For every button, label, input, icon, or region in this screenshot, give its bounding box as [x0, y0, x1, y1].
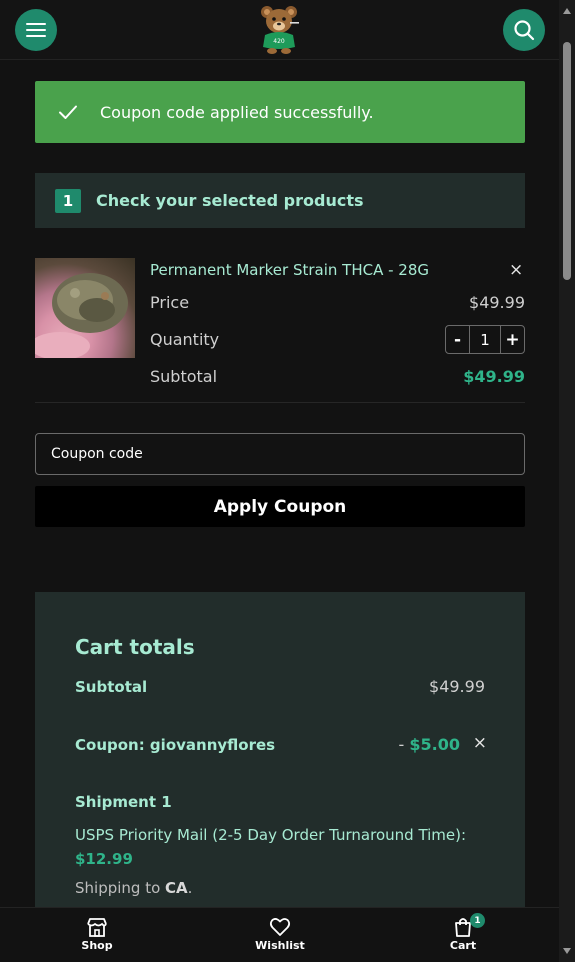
- totals-subtotal-value: $49.99: [429, 677, 485, 696]
- product-name-link[interactable]: Permanent Marker Strain THCA - 28G: [150, 261, 429, 279]
- shop-icon: [87, 918, 107, 937]
- shipping-method[interactable]: USPS Priority Mail (2-5 Day Order Turnar…: [75, 823, 495, 871]
- cart-totals-title: Cart totals: [75, 635, 195, 659]
- coupon-code-input[interactable]: [35, 433, 525, 475]
- hamburger-menu-icon: [26, 23, 46, 37]
- price-label: Price: [150, 293, 190, 312]
- coupon-success-notice: Coupon code applied successfully.: [35, 81, 525, 143]
- menu-button[interactable]: [15, 9, 57, 51]
- shipping-to-state: CA: [165, 879, 188, 897]
- cart-count-badge: 1: [470, 913, 485, 928]
- notice-text: Coupon code applied successfully.: [100, 102, 374, 122]
- product-image-art: [35, 273, 128, 358]
- remove-item-icon[interactable]: ×: [509, 260, 523, 280]
- subtotal-value: $49.99: [463, 367, 525, 386]
- remove-coupon-icon[interactable]: ×: [473, 733, 487, 753]
- search-icon: [514, 20, 535, 41]
- shipping-to-suffix: .: [187, 879, 193, 897]
- shipping-destination: Shipping to CA.: [75, 879, 192, 897]
- shipping-price: $12.99: [75, 850, 133, 868]
- step-title: Check your selected products: [96, 191, 364, 210]
- nav-wishlist[interactable]: Wishlist: [240, 916, 320, 952]
- scroll-down-arrow-icon[interactable]: [563, 948, 571, 954]
- totals-subtotal-label: Subtotal: [75, 678, 148, 696]
- heart-icon: [269, 918, 291, 936]
- coupon-discount: - $5.00: [399, 735, 460, 754]
- nav-wishlist-label: Wishlist: [255, 939, 305, 952]
- cart-totals-panel: Cart totals Subtotal $49.99 Coupon: giov…: [35, 592, 525, 922]
- scrollbar-thumb[interactable]: [563, 42, 571, 280]
- bottom-navigation: Shop Wishlist 1 Cart: [0, 907, 559, 962]
- quantity-increase-button[interactable]: +: [500, 326, 524, 353]
- shipping-method-name: USPS Priority Mail (2-5 Day Order Turnar…: [75, 826, 467, 844]
- coupon-discount-value: $5.00: [409, 735, 460, 754]
- scroll-up-arrow-icon[interactable]: [563, 8, 571, 14]
- checkmark-icon: [59, 105, 77, 119]
- step-number-badge: 1: [55, 188, 81, 213]
- page-scrollbar[interactable]: [559, 0, 575, 962]
- quantity-stepper: - 1 +: [445, 325, 525, 354]
- nav-shop-label: Shop: [81, 939, 113, 952]
- nav-cart[interactable]: 1 Cart: [423, 913, 503, 952]
- nav-cart-label: Cart: [449, 939, 477, 952]
- nav-shop[interactable]: Shop: [57, 916, 137, 952]
- site-header: 420: [0, 0, 559, 60]
- product-thumbnail[interactable]: [35, 258, 135, 358]
- teddy-bear-logo[interactable]: 420: [257, 3, 301, 55]
- search-button[interactable]: [503, 9, 545, 51]
- quantity-decrease-button[interactable]: -: [446, 326, 470, 353]
- step-header: 1 Check your selected products: [35, 173, 525, 228]
- quantity-label: Quantity: [150, 330, 220, 349]
- shipment-label: Shipment 1: [75, 793, 172, 811]
- price-value: $49.99: [469, 293, 525, 312]
- apply-coupon-button[interactable]: Apply Coupon: [35, 486, 525, 527]
- quantity-input[interactable]: 1: [470, 326, 500, 353]
- svg-text:420: 420: [273, 38, 285, 45]
- shipping-to-prefix: Shipping to: [75, 879, 161, 897]
- cart-item: Permanent Marker Strain THCA - 28G × Pri…: [35, 258, 525, 403]
- coupon-discount-prefix: -: [398, 735, 410, 754]
- coupon-label: Coupon: giovannyflores: [75, 736, 276, 754]
- subtotal-label: Subtotal: [150, 367, 218, 386]
